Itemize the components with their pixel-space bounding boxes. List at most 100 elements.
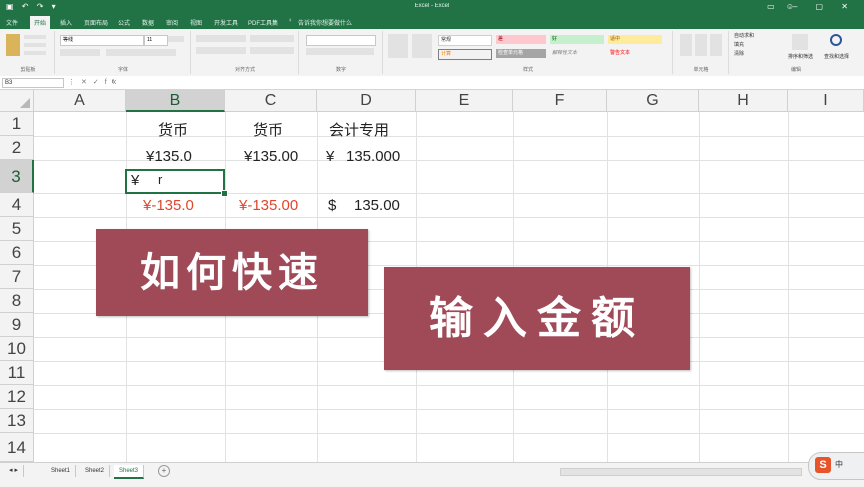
window-controls[interactable]: ▭ – ▢ ✕ (767, 2, 856, 11)
tab-pdf-tools[interactable]: PDF工具集 (248, 18, 278, 27)
align-icons[interactable] (196, 35, 246, 42)
cell-d2-symbol[interactable]: ¥ (326, 145, 334, 169)
column-header-i[interactable]: I (788, 90, 864, 112)
cell-d2-value[interactable]: 135.000 (346, 145, 400, 169)
format-table-icon[interactable] (412, 34, 432, 58)
row-header-7[interactable]: 7 (0, 265, 34, 289)
sheet-tab-1[interactable]: Sheet1 (46, 465, 77, 477)
style-calculation[interactable]: 计算 (438, 49, 492, 60)
column-header-g[interactable]: G (607, 90, 699, 112)
column-header-h[interactable]: H (699, 90, 788, 112)
cell-c4[interactable]: ¥-135.00 (239, 194, 298, 218)
style-warning[interactable]: 警告文本 (608, 49, 662, 58)
number-group-label: 数字 (335, 67, 346, 73)
format-cells-icon[interactable] (710, 34, 722, 56)
row-header-8[interactable]: 8 (0, 289, 34, 313)
formula-bar: B3 ⋮✕✓fx r (0, 76, 864, 90)
tab-view[interactable]: 视图 (190, 18, 202, 27)
autosum-button[interactable]: 自动求和 (732, 32, 784, 41)
row-header-13[interactable]: 13 (0, 409, 34, 433)
font-grow-icon[interactable] (168, 36, 184, 42)
cell-b2[interactable]: ¥135.0 (146, 145, 192, 169)
column-header-c[interactable]: C (225, 90, 317, 112)
wrap-text-button[interactable] (250, 35, 294, 42)
style-good[interactable]: 好 (550, 35, 604, 44)
column-header-d[interactable]: D (317, 90, 416, 112)
insert-cells-icon[interactable] (680, 34, 692, 56)
styles-group: 常规 差 好 适中 计算 检查单元格 解释性文本 警告文本 样式 (384, 31, 673, 74)
font-name-select[interactable]: 等线 (60, 35, 144, 46)
tab-data[interactable]: 数据 (142, 18, 154, 27)
style-normal[interactable]: 常规 (438, 35, 492, 46)
sort-filter-icon[interactable] (792, 34, 808, 50)
merge-center-button[interactable] (250, 47, 294, 54)
fill-handle[interactable] (221, 190, 228, 197)
copy-icon[interactable] (24, 43, 46, 47)
cell-b3-symbol[interactable]: ¥ (131, 169, 139, 193)
row-header-1[interactable]: 1 (0, 112, 34, 136)
tab-page-layout[interactable]: 页面布局 (84, 18, 108, 27)
tab-developer[interactable]: 开发工具 (214, 18, 238, 27)
column-header-a[interactable]: A (34, 90, 126, 112)
tab-insert[interactable]: 插入 (60, 18, 72, 27)
tab-formulas[interactable]: 公式 (118, 18, 130, 27)
cell-b4[interactable]: ¥-135.0 (143, 194, 194, 218)
find-search-icon[interactable] (830, 34, 842, 46)
row-header-2[interactable]: 2 (0, 136, 34, 160)
currency-percent-icons[interactable] (306, 48, 374, 55)
formula-input[interactable]: r (112, 78, 860, 87)
format-painter-icon[interactable] (24, 51, 46, 55)
window-title: Excel - Excel (414, 3, 450, 9)
ime-indicator[interactable]: S 中 (808, 452, 864, 480)
tab-review[interactable]: 审阅 (166, 18, 178, 27)
row-header-3[interactable]: 3 (0, 160, 34, 193)
indent-icons[interactable] (196, 47, 246, 54)
row-header-10[interactable]: 10 (0, 337, 34, 361)
horizontal-scrollbar[interactable] (560, 468, 802, 476)
style-check-cell[interactable]: 检查单元格 (496, 49, 546, 58)
delete-cells-icon[interactable] (695, 34, 707, 56)
editing-group: 自动求和 填充 清除 排序和筛选 查找和选择 编辑 (730, 31, 862, 74)
bold-italic-underline-icon[interactable] (60, 49, 100, 56)
row-header-11[interactable]: 11 (0, 361, 34, 385)
number-format-select[interactable] (306, 35, 376, 46)
tell-me-search[interactable]: 告诉我你想要做什么 (298, 18, 352, 27)
active-cell-b3[interactable] (125, 169, 225, 194)
column-header-f[interactable]: F (513, 90, 607, 112)
find-select-button[interactable]: 查找和选择 (822, 53, 860, 62)
cell-d4-value[interactable]: 135.00 (354, 194, 400, 218)
row-header-14[interactable]: 14 (0, 433, 34, 462)
row-header-12[interactable]: 12 (0, 385, 34, 409)
cell-b3-input[interactable]: r (158, 168, 162, 192)
row-header-5[interactable]: 5 (0, 217, 34, 241)
cell-c1[interactable]: 货币 (253, 119, 283, 143)
style-explanatory[interactable]: 解释性文本 (550, 49, 604, 58)
row-header-9[interactable]: 9 (0, 313, 34, 337)
row-header-4[interactable]: 4 (0, 193, 34, 217)
cell-b1[interactable]: 货币 (158, 119, 188, 143)
tab-file[interactable]: 文件 (6, 18, 18, 27)
cell-c2[interactable]: ¥135.00 (244, 145, 298, 169)
add-sheet-button[interactable]: + (158, 465, 170, 477)
ime-mode[interactable]: 中 (835, 459, 843, 470)
paste-icon[interactable] (6, 34, 20, 56)
fill-button[interactable]: 填充 (732, 41, 784, 50)
font-size-select[interactable]: 11 (144, 35, 168, 46)
cell-d4-symbol[interactable]: $ (328, 194, 336, 218)
border-fill-color-icon[interactable] (106, 49, 176, 56)
cell-d1[interactable]: 会计专用 (329, 119, 389, 143)
style-bad[interactable]: 差 (496, 35, 546, 44)
column-header-e[interactable]: E (416, 90, 513, 112)
style-neutral[interactable]: 适中 (608, 35, 662, 44)
clear-button[interactable]: 清除 (732, 50, 784, 59)
select-all-corner[interactable] (0, 90, 34, 112)
sheet-tab-2[interactable]: Sheet2 (80, 465, 111, 477)
column-header-b[interactable]: B (126, 90, 225, 112)
row-header-6[interactable]: 6 (0, 241, 34, 265)
sheet-tab-3[interactable]: Sheet3 (114, 465, 145, 479)
sheet-nav-arrows[interactable]: ◂ ▸ (4, 465, 24, 477)
sort-filter-button[interactable]: 排序和筛选 (786, 53, 820, 62)
cut-icon[interactable] (24, 35, 46, 39)
name-box[interactable]: B3 (2, 78, 64, 88)
conditional-format-icon[interactable] (388, 34, 408, 58)
